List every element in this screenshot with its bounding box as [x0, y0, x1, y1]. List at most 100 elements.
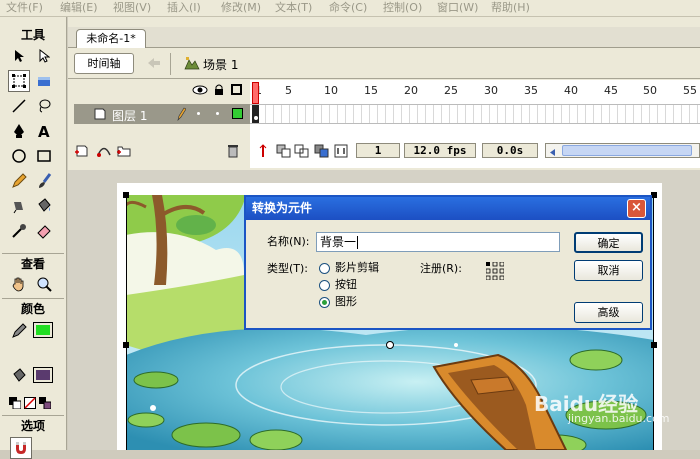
timeline-scrollbar[interactable]	[545, 143, 700, 158]
modify-onion-markers-icon[interactable]	[334, 144, 348, 161]
colors-section-title: 颜色	[20, 302, 45, 316]
lasso-tool-icon[interactable]	[33, 95, 55, 117]
frame-number-label: 10	[324, 84, 338, 97]
frame-number-label: 50	[643, 84, 657, 97]
hand-tool-icon[interactable]	[8, 273, 30, 295]
rectangle-tool-icon[interactable]	[33, 145, 55, 167]
fill-color-icon	[8, 365, 30, 387]
back-arrow-icon[interactable]	[146, 56, 162, 73]
add-motion-guide-icon[interactable]	[96, 144, 112, 161]
oval-tool-icon[interactable]	[8, 145, 30, 167]
type-button-label[interactable]: 按钮	[335, 278, 357, 292]
registration-grid-icon[interactable]	[486, 262, 504, 280]
menu-view[interactable]: 视图(V)	[113, 0, 151, 15]
text-tool-icon[interactable]: A	[33, 120, 55, 142]
name-label: 名称(N):	[267, 235, 310, 248]
ink-bottle-tool-icon[interactable]	[8, 195, 30, 217]
paint-bucket-tool-icon[interactable]	[33, 195, 55, 217]
frame-number-label: 45	[604, 84, 618, 97]
type-movie-clip-label[interactable]: 影片剪辑	[335, 261, 379, 275]
close-icon[interactable]: ×	[627, 199, 646, 218]
scene-label[interactable]: 场景 1	[203, 56, 238, 73]
menu-control[interactable]: 控制(O)	[383, 0, 422, 15]
frame-number-label: 40	[564, 84, 578, 97]
scroll-thumb[interactable]	[562, 145, 692, 156]
fill-color-swatch[interactable]	[33, 367, 53, 383]
eraser-tool-icon[interactable]	[33, 220, 55, 242]
brush-tool-icon[interactable]	[33, 170, 55, 192]
magnet-icon[interactable]	[10, 437, 32, 459]
pen-tool-icon[interactable]	[8, 120, 30, 142]
eyedropper-tool-icon[interactable]	[8, 220, 30, 242]
keyframe[interactable]	[252, 105, 259, 123]
zoom-tool-icon[interactable]	[33, 273, 55, 295]
menu-bar: 文件(F) 编辑(E) 视图(V) 插入(I) 修改(M) 文本(T) 命令(C…	[0, 0, 700, 17]
frame-strip[interactable]	[250, 104, 700, 124]
subselect-tool-icon[interactable]	[33, 45, 55, 67]
menu-file[interactable]: 文件(F)	[6, 0, 43, 15]
visibility-dot-icon[interactable]	[197, 112, 200, 115]
ok-button[interactable]: 确定	[574, 232, 643, 253]
document-tab[interactable]: 未命名-1*	[76, 29, 146, 48]
menu-insert[interactable]: 插入(I)	[167, 0, 201, 15]
playhead[interactable]	[252, 82, 259, 104]
tools-panel: 工具 A 查看 颜色 选项	[0, 17, 67, 459]
lock-dot-icon[interactable]	[216, 112, 219, 115]
free-transform-tool-icon[interactable]	[8, 70, 30, 92]
line-tool-icon[interactable]	[8, 95, 30, 117]
menu-text[interactable]: 文本(T)	[275, 0, 312, 15]
timeline-toggle-button[interactable]: 时间轴	[74, 53, 134, 74]
delete-layer-icon[interactable]	[226, 144, 240, 161]
menu-modify[interactable]: 修改(M)	[221, 0, 261, 15]
pencil-edit-icon	[176, 107, 187, 124]
view-section-title: 查看	[20, 257, 45, 271]
layer-icon	[94, 108, 106, 123]
edit-multiple-frames-icon[interactable]	[314, 144, 330, 161]
outline-color-icon[interactable]	[232, 108, 243, 119]
no-color-icon[interactable]	[23, 392, 37, 414]
black-white-icon[interactable]	[8, 392, 22, 414]
add-layer-icon[interactable]	[74, 144, 90, 161]
selection-handle[interactable]	[651, 342, 657, 348]
menu-commands[interactable]: 命令(C)	[329, 0, 367, 15]
menu-help[interactable]: 帮助(H)	[491, 0, 530, 15]
lock-icon[interactable]	[214, 84, 224, 99]
onion-outlines-icon[interactable]	[294, 144, 310, 161]
fill-transform-tool-icon[interactable]	[33, 70, 55, 92]
swap-colors-icon[interactable]	[38, 392, 52, 414]
divider	[2, 298, 64, 299]
dialog-title: 转换为元件	[252, 201, 313, 215]
advanced-button[interactable]: 高级	[574, 302, 643, 323]
frame-number-label: 25	[444, 84, 458, 97]
onion-skin-icon[interactable]	[276, 144, 292, 161]
outline-icon[interactable]	[231, 84, 242, 95]
frame-number-label: 20	[404, 84, 418, 97]
symbol-name-value: 背景一	[320, 235, 357, 249]
type-button-radio[interactable]	[319, 280, 330, 291]
frame-number-label: 30	[484, 84, 498, 97]
frame-rate-field[interactable]: 12.0 fps	[404, 143, 476, 158]
pencil-tool-icon[interactable]	[8, 170, 30, 192]
stroke-color-icon	[8, 320, 30, 342]
scroll-left-icon[interactable]	[548, 146, 557, 156]
insert-folder-icon[interactable]	[116, 144, 132, 161]
selection-border	[126, 198, 127, 450]
current-frame-field: 1	[356, 143, 400, 158]
menu-edit[interactable]: 编辑(E)	[60, 0, 98, 15]
elapsed-time-field: 0.0s	[482, 143, 538, 158]
arrow-tool-icon[interactable]	[8, 45, 30, 67]
type-movie-clip-radio[interactable]	[319, 263, 330, 274]
document-tab-bar	[68, 27, 700, 48]
transform-center-point[interactable]	[386, 341, 394, 349]
center-frame-icon[interactable]	[258, 144, 268, 161]
menu-window[interactable]: 窗口(W)	[437, 0, 478, 15]
divider	[170, 53, 171, 75]
type-graphic-label[interactable]: 图形	[335, 295, 357, 309]
symbol-name-input[interactable]: 背景一	[316, 232, 560, 252]
type-graphic-radio[interactable]	[319, 297, 330, 308]
stroke-color-swatch[interactable]	[33, 322, 53, 338]
layer-name[interactable]: 图层 1	[112, 107, 147, 124]
eye-icon[interactable]	[192, 84, 208, 99]
cancel-button[interactable]: 取消	[574, 260, 643, 281]
edit-bar	[68, 48, 700, 79]
